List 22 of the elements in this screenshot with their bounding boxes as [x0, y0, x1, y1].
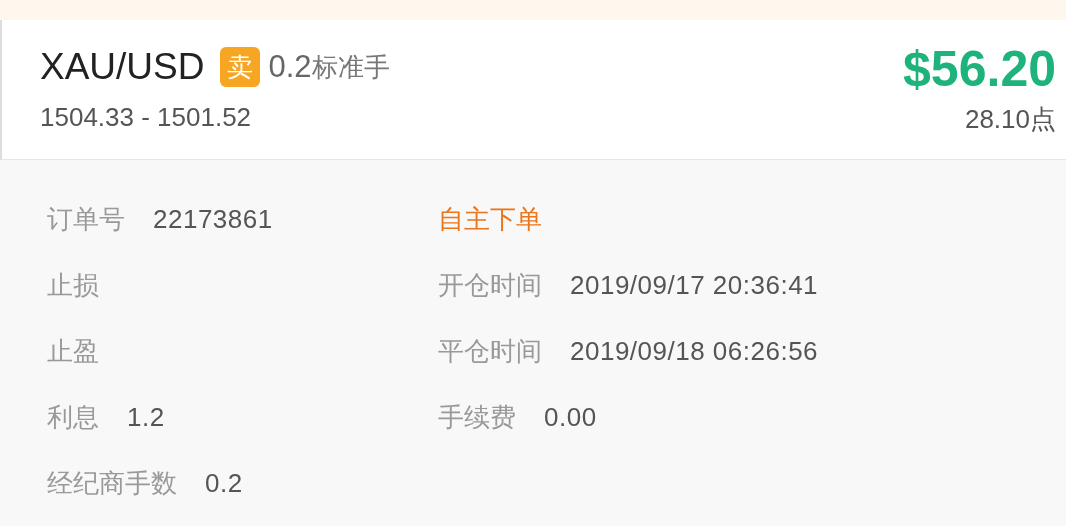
field-value: 2019/09/17 20:36:41	[570, 269, 819, 301]
field-value: 0.00	[544, 401, 597, 433]
profit-points: 28.10点	[964, 103, 1056, 136]
field-value: 1.2	[127, 401, 165, 433]
field-label: 利息	[47, 400, 99, 434]
profit-amount: $56.20	[903, 42, 1056, 96]
field-value: 0.2	[205, 467, 243, 499]
field-label: 止损	[47, 268, 99, 302]
field-value: 2019/09/18 06:26:56	[570, 335, 819, 367]
lot-size: 0.2	[268, 49, 312, 85]
field-label: 经纪商手数	[47, 466, 177, 500]
field-label: 止盈	[47, 334, 99, 368]
price-range: 1504.33 - 1501.52	[40, 102, 253, 133]
field-value: 22173861	[153, 203, 273, 235]
field-label: 平仓时间	[438, 334, 542, 368]
lot-unit: 标准手	[311, 50, 390, 84]
symbol-name: XAU/USD	[40, 46, 205, 88]
field-label: 订单号	[47, 202, 125, 236]
field-label: 开仓时间	[438, 268, 542, 302]
order-source-tag: 自主下单	[438, 201, 542, 237]
field-label: 手续费	[438, 400, 516, 434]
side-badge: 卖	[220, 47, 261, 87]
